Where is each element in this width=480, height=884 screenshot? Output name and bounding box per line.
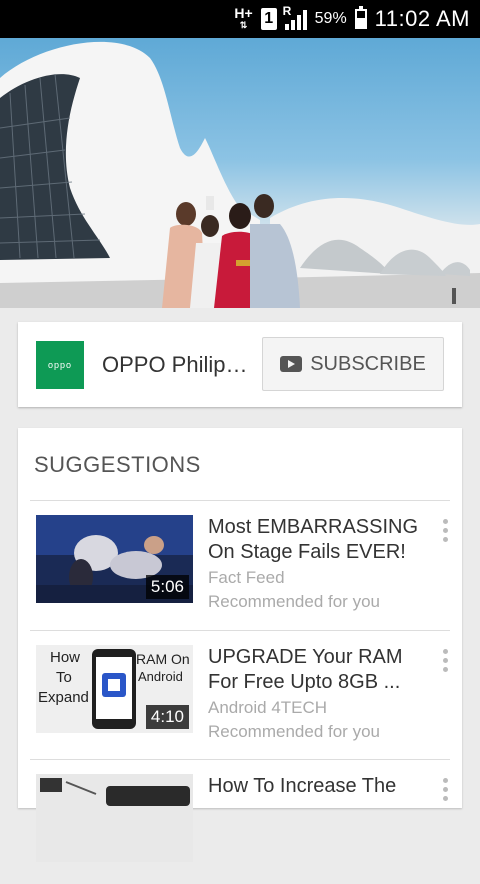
channel-name[interactable]: OPPO Philippines bbox=[102, 352, 252, 378]
thumbnail-text-how: How bbox=[50, 649, 81, 666]
video-duration: 4:10 bbox=[145, 705, 189, 729]
signal-icon: R bbox=[283, 4, 307, 30]
thumbnail-text-ram: RAM On bbox=[136, 651, 190, 667]
video-item[interactable]: How To Increase The bbox=[36, 774, 456, 884]
video-item[interactable]: How To Expand RAM On Android 4:10 UPGRAD… bbox=[36, 645, 456, 755]
status-bar: H+ ⇅ 1 R 59% 11:02 AM bbox=[0, 0, 480, 38]
thumbnail-image bbox=[36, 774, 193, 862]
video-item[interactable]: 5:06 Most EMBARRASSING On Stage Fails EV… bbox=[36, 515, 456, 625]
banner-image bbox=[0, 41, 480, 308]
suggestions-panel: SUGGESTIONS 5:06 Most EMBARRASSING On St… bbox=[18, 428, 462, 862]
more-vert-icon[interactable] bbox=[438, 517, 452, 547]
video-thumbnail[interactable]: 5:06 bbox=[36, 515, 193, 603]
network-indicator: H+ ⇅ bbox=[234, 5, 253, 31]
divider bbox=[30, 630, 450, 631]
channel-card: oppo OPPO Philippines SUBSCRIBE bbox=[18, 322, 462, 407]
clock: 11:02 AM bbox=[374, 6, 470, 31]
network-type: H+ bbox=[234, 5, 253, 21]
thumbnail-text-android: Android bbox=[138, 669, 183, 684]
more-vert-icon[interactable] bbox=[438, 647, 452, 677]
video-recommendation-note: Recommended for you bbox=[208, 722, 380, 741]
video-thumbnail[interactable]: How To Expand RAM On Android 4:10 bbox=[36, 645, 193, 733]
battery-icon bbox=[354, 6, 367, 29]
more-vert-icon[interactable] bbox=[438, 776, 452, 806]
thumbnail-text-expand: Expand bbox=[38, 689, 89, 706]
video-channel[interactable]: Android 4TECH bbox=[208, 698, 327, 718]
youtube-play-icon bbox=[280, 356, 303, 372]
subscribe-label: SUBSCRIBE bbox=[310, 352, 426, 375]
channel-logo[interactable]: oppo bbox=[36, 340, 84, 389]
video-title[interactable]: UPGRADE Your RAM For Free Upto 8GB ... bbox=[208, 645, 426, 695]
video-title[interactable]: Most EMBARRASSING On Stage Fails EVER! bbox=[208, 515, 426, 565]
video-channel[interactable]: Fact Feed bbox=[208, 568, 285, 588]
channel-banner bbox=[0, 38, 480, 308]
video-thumbnail[interactable] bbox=[36, 774, 193, 862]
video-title[interactable]: How To Increase The bbox=[208, 774, 426, 799]
divider bbox=[30, 759, 450, 760]
suggestions-title: SUGGESTIONS bbox=[34, 452, 201, 477]
subscribe-button[interactable]: SUBSCRIBE bbox=[262, 337, 444, 391]
sim-indicator: 1 bbox=[260, 8, 277, 30]
battery-percent: 59% bbox=[314, 10, 347, 27]
thumbnail-text-to: To bbox=[56, 669, 72, 686]
roaming-indicator: R bbox=[282, 4, 292, 18]
video-recommendation-note: Recommended for you bbox=[208, 592, 380, 611]
data-arrows-icon: ⇅ bbox=[239, 20, 248, 30]
video-duration: 5:06 bbox=[145, 575, 189, 599]
channel-logo-text: oppo bbox=[47, 359, 73, 370]
divider bbox=[30, 500, 450, 501]
